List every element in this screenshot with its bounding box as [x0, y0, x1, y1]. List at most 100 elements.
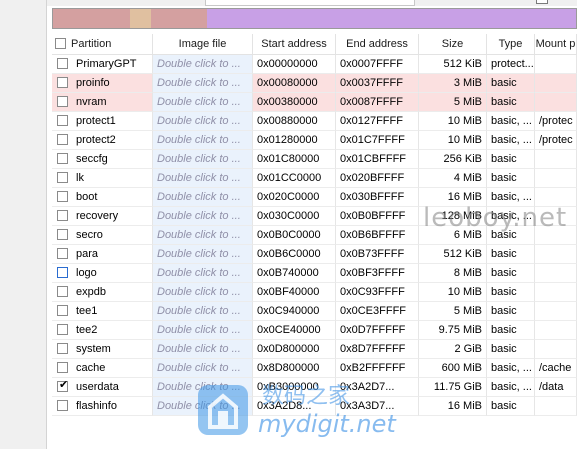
col-size-cell: 10 MiB [419, 283, 487, 302]
col-end-address-cell: 0x3A2D7... [336, 378, 419, 397]
col-size-header[interactable]: Size [419, 34, 487, 54]
partition-checkbox[interactable] [57, 58, 68, 69]
col-image-file-cell[interactable]: Double click to ... [153, 150, 253, 169]
image-drop-field[interactable] [205, 0, 415, 6]
assign-images-checkbox[interactable] [536, 0, 548, 4]
col-image-file-cell[interactable]: Double click to ... [153, 169, 253, 188]
col-image-file-cell[interactable]: Double click to ... [153, 112, 253, 131]
col-mount-point-cell [535, 169, 577, 188]
partition-checkbox[interactable] [57, 248, 68, 259]
col-image-file-text: Double click to ... [157, 362, 241, 374]
partition-checkbox[interactable] [57, 229, 68, 240]
col-partition-header[interactable]: Partition [52, 34, 153, 54]
col-start-address-text: 0x00080000 [257, 77, 318, 89]
col-image-file-cell[interactable]: Double click to ... [153, 283, 253, 302]
col-size-cell: 4 MiB [419, 169, 487, 188]
col-size-cell: 10 MiB [419, 112, 487, 131]
col-image-file-cell[interactable]: Double click to ... [153, 378, 253, 397]
partition-checkbox[interactable] [57, 362, 68, 373]
table-row[interactable]: cache Double click to ... 0x8D800000 0xB2FF… [52, 359, 577, 378]
table-row[interactable]: ✔ userdata Double click to ... 0xB3000000 0x… [52, 378, 577, 397]
col-size-text: 10 MiB [447, 115, 482, 127]
partition-checkbox[interactable] [57, 286, 68, 297]
partition-table: Partition Image file Start address End addr… [52, 34, 577, 449]
col-start-address-header[interactable]: Start address [253, 34, 336, 54]
table-row[interactable]: protect2 Double click to ... 0x01280000 0x0… [52, 131, 577, 150]
table-row[interactable]: recovery Double click to ... 0x030C0000 0x0… [52, 207, 577, 226]
partition-checkbox[interactable]: ✔ [57, 379, 68, 392]
table-row[interactable]: tee1 Double click to ... 0x0C940000 0x0CE3F… [52, 302, 577, 321]
col-partition-cell: proinfo [52, 74, 153, 93]
partition-checkbox[interactable] [57, 210, 68, 221]
col-start-address-cell: 0x01280000 [253, 131, 336, 150]
col-mount-point-header[interactable]: Mount p [535, 34, 577, 54]
table-row[interactable]: para Double click to ... 0x0B6C0000 0x0B73F… [52, 245, 577, 264]
partition-checkbox[interactable] [57, 400, 68, 411]
col-type-cell: basic, ... [487, 359, 535, 378]
col-image-file-cell[interactable]: Double click to ... [153, 55, 253, 74]
partition-checkbox[interactable] [57, 134, 68, 145]
col-size-text: 10 MiB [447, 286, 482, 298]
partition-checkbox[interactable] [57, 305, 68, 316]
table-row[interactable]: protect1 Double click to ... 0x00880000 0x0… [52, 112, 577, 131]
partition-checkbox[interactable] [57, 115, 68, 126]
col-size-cell: 512 KiB [419, 245, 487, 264]
partition-checkbox[interactable] [57, 343, 68, 354]
left-panel-edge [0, 0, 47, 449]
table-row[interactable]: secro Double click to ... 0x0B0C0000 0x0B6B… [52, 226, 577, 245]
table-row[interactable]: tee2 Double click to ... 0x0CE40000 0x0D7FF… [52, 321, 577, 340]
col-start-address-text: 0x00880000 [257, 115, 318, 127]
partition-checkbox[interactable] [57, 96, 68, 107]
table-row[interactable]: proinfo Double click to ... 0x00080000 0x00… [52, 74, 577, 93]
partition-checkbox[interactable] [57, 191, 68, 202]
partition-checkbox[interactable] [57, 324, 68, 335]
partition-checkbox[interactable] [57, 77, 68, 88]
table-row[interactable]: logo Double click to ... 0x0B740000 0x0BF3F… [52, 264, 577, 283]
table-row[interactable]: boot Double click to ... 0x020C0000 0x030BF… [52, 188, 577, 207]
col-end-address-header[interactable]: End address [336, 34, 419, 54]
partition-checkbox[interactable] [57, 267, 68, 278]
col-image-file-cell[interactable]: Double click to ... [153, 74, 253, 93]
col-image-file-cell[interactable]: Double click to ... [153, 188, 253, 207]
col-image-file-cell[interactable]: Double click to ... [153, 321, 253, 340]
table-row[interactable]: system Double click to ... 0x0D800000 0x8D7… [52, 340, 577, 359]
col-start-address-text: 0x01CC0000 [257, 172, 322, 184]
col-start-address-text: 0x0BF40000 [257, 286, 320, 298]
col-partition-text: boot [76, 191, 98, 203]
col-image-file-cell[interactable]: Double click to ... [153, 397, 253, 416]
col-type-text: basic [491, 172, 517, 184]
col-image-file-text: Double click to ... [157, 229, 241, 241]
col-size-text: 5 MiB [453, 96, 482, 108]
table-row[interactable]: PrimaryGPT Double click to ... 0x00000000 0… [52, 55, 577, 74]
col-size-cell: 600 MiB [419, 359, 487, 378]
partition-checkbox[interactable] [57, 153, 68, 164]
table-row[interactable]: nvram Double click to ... 0x00380000 0x0087… [52, 93, 577, 112]
col-type-cell: basic, ... [487, 378, 535, 397]
table-row[interactable]: expdb Double click to ... 0x0BF40000 0x0C93… [52, 283, 577, 302]
col-start-address-cell: 0xB3000000 [253, 378, 336, 397]
col-type-header[interactable]: Type [487, 34, 535, 54]
col-image-file-cell[interactable]: Double click to ... [153, 340, 253, 359]
table-row[interactable]: lk Double click to ... 0x01CC0000 0x020BFFF… [52, 169, 577, 188]
col-end-address-text: 0x0C93FFFF [340, 286, 405, 298]
col-image-file-cell[interactable]: Double click to ... [153, 226, 253, 245]
col-image-file-cell[interactable]: Double click to ... [153, 245, 253, 264]
col-image-file-header[interactable]: Image file [153, 34, 253, 54]
table-row[interactable]: flashinfo Double click to ... 0x3A2D8... 0x… [52, 397, 577, 416]
col-type-cell: basic [487, 226, 535, 245]
col-image-file-cell[interactable]: Double click to ... [153, 131, 253, 150]
col-mount-point-cell: /protec [535, 112, 577, 131]
col-size-text: 8 MiB [453, 267, 482, 279]
col-image-file-cell[interactable]: Double click to ... [153, 207, 253, 226]
col-image-file-cell[interactable]: Double click to ... [153, 93, 253, 112]
col-end-address-text: 0x0037FFFF [340, 77, 403, 89]
col-start-address-cell: 0x01CC0000 [253, 169, 336, 188]
table-row[interactable]: seccfg Double click to ... 0x01C80000 0x01C… [52, 150, 577, 169]
col-image-file-cell[interactable]: Double click to ... [153, 359, 253, 378]
col-image-file-cell[interactable]: Double click to ... [153, 302, 253, 321]
col-image-file-cell[interactable]: Double click to ... [153, 264, 253, 283]
col-end-address-cell: 0x8D7FFFFF [336, 340, 419, 359]
partition-checkbox[interactable] [57, 172, 68, 183]
col-mount-point-cell [535, 340, 577, 359]
col-end-address-cell: 0x020BFFFF [336, 169, 419, 188]
